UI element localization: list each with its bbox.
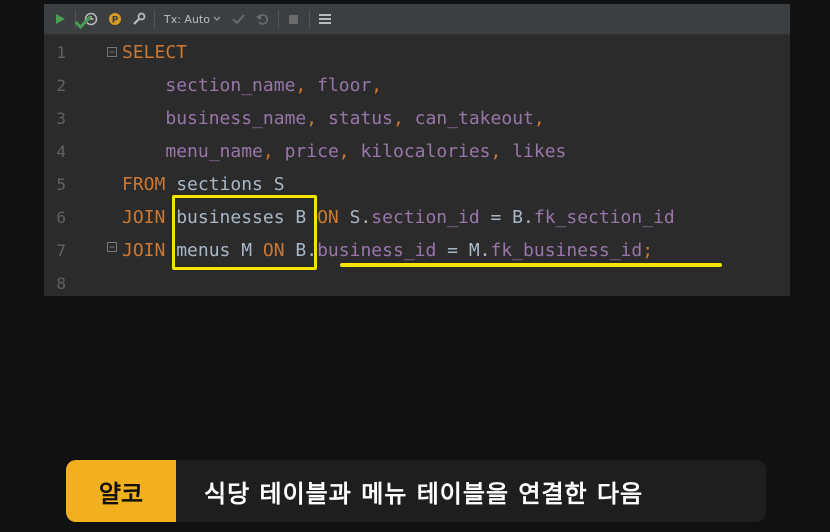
code-token: menu_name: [165, 141, 263, 162]
svg-text:P: P: [112, 16, 119, 26]
code-token: ,: [262, 141, 285, 162]
code-token: JOIN: [122, 207, 177, 228]
line-number: 1: [56, 43, 66, 62]
code-token: JOIN: [122, 240, 177, 261]
rollback-icon[interactable]: [251, 4, 275, 34]
code-token: kilocalories: [360, 141, 491, 162]
transaction-dropdown[interactable]: Tx: Auto: [164, 13, 221, 26]
code-token: M.: [468, 240, 491, 261]
code-token: ,: [490, 141, 513, 162]
code-token: S.: [349, 207, 372, 228]
code-token: business_id: [317, 240, 437, 261]
line-number: 7: [56, 241, 66, 260]
code-token: price: [284, 141, 339, 162]
code-token: =: [479, 207, 513, 228]
code-token: fk_business_id: [490, 240, 643, 261]
code-token: ;: [642, 240, 654, 261]
highlight-underline: [340, 263, 722, 267]
code-token: ON: [317, 207, 350, 228]
fold-icon[interactable]: [107, 47, 117, 57]
code-token: section_id: [371, 207, 480, 228]
code-token: =: [436, 240, 469, 261]
code-token: ,: [392, 108, 415, 129]
run-icon[interactable]: [48, 4, 72, 34]
toolbar-separator: [308, 10, 310, 28]
editor-toolbar: P Tx: Auto: [44, 4, 790, 35]
code-token: ,: [371, 75, 383, 96]
code-line: menu_name, price, kilocalories, likes: [122, 135, 566, 168]
highlight-box-table-names: [172, 195, 317, 270]
chevron-down-icon: [213, 16, 221, 21]
line-number: 5: [56, 175, 66, 194]
code-token: likes: [512, 141, 567, 162]
fold-icon[interactable]: [107, 242, 117, 252]
code-line: section_name, floor,: [122, 69, 382, 102]
code-token: ,: [306, 108, 328, 129]
transaction-label: Tx: Auto: [164, 12, 210, 26]
code-token: business_name: [165, 108, 307, 129]
code-token: ,: [533, 108, 545, 129]
toolbar-separator: [277, 10, 279, 28]
code-token: sections S: [176, 174, 285, 195]
code-token: FROM: [122, 174, 177, 195]
code-token: ,: [295, 75, 318, 96]
profile-icon[interactable]: P: [103, 4, 127, 34]
commit-icon[interactable]: [227, 4, 251, 34]
code-line: business_name, status, can_takeout,: [122, 102, 545, 135]
code-token: ,: [338, 141, 361, 162]
line-number: 6: [56, 208, 66, 227]
stop-icon[interactable]: [282, 4, 306, 34]
check-icon: [74, 15, 92, 29]
subtitle-text: 식당 테이블과 메뉴 테이블을 연결한 다음: [204, 479, 644, 508]
settings-icon[interactable]: [127, 4, 151, 34]
code-line: SELECT: [122, 36, 187, 69]
code-token: floor: [317, 75, 372, 96]
code-token: status: [327, 108, 393, 129]
table-icon[interactable]: [313, 4, 337, 34]
line-number: 3: [56, 109, 66, 128]
line-gutter: 1 2 3 4 5 6 7 8: [44, 34, 114, 296]
sql-editor[interactable]: P Tx: Auto 1 2 3 4 5 6 7 8 SELECT sectio…: [44, 4, 790, 296]
line-number: 8: [56, 274, 66, 293]
line-number: 4: [56, 142, 66, 161]
subtitle-bar: 얄코 식당 테이블과 메뉴 테이블을 연결한 다음: [66, 460, 766, 522]
code-token: fk_section_id: [533, 207, 675, 228]
toolbar-separator: [154, 10, 155, 28]
line-number: 2: [56, 76, 66, 95]
code-token: can_takeout: [414, 108, 534, 129]
speaker-label: 얄코: [66, 460, 176, 522]
code-token: section_name: [165, 75, 296, 96]
code-token: SELECT: [122, 42, 188, 63]
code-token: B.: [512, 207, 534, 228]
